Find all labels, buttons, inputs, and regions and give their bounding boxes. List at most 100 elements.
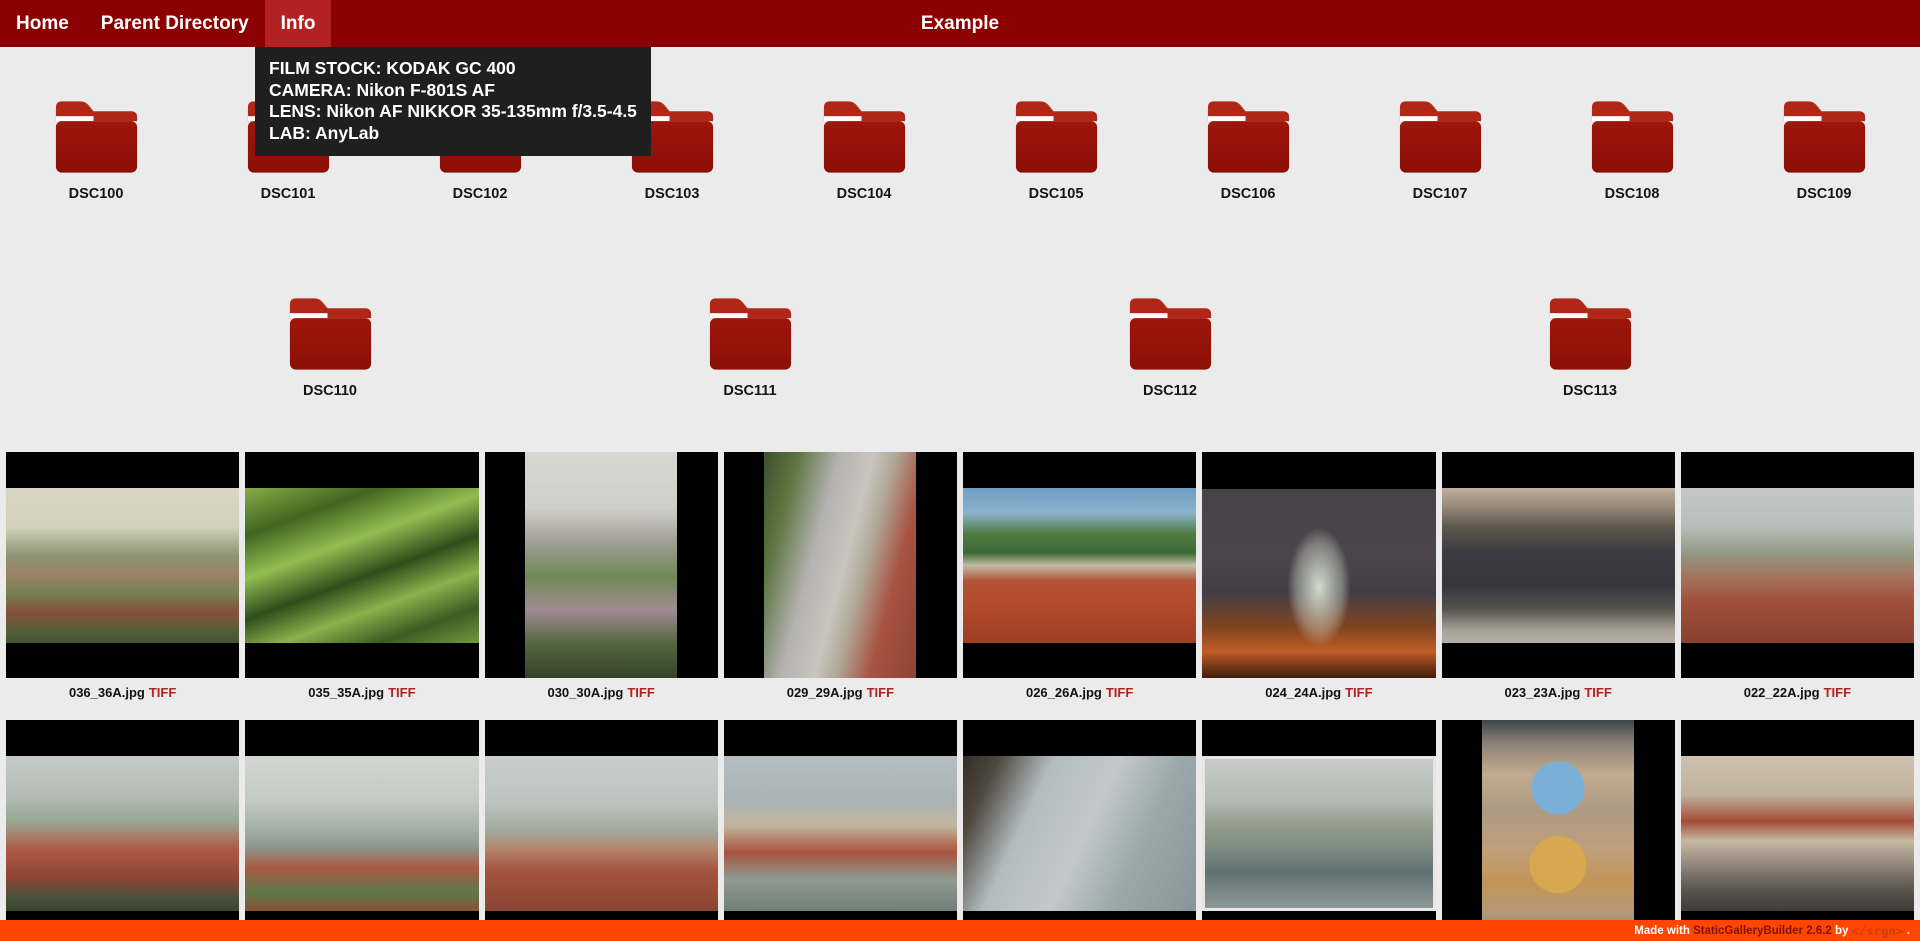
thumbnail-tiff-link[interactable]: TIFF — [1345, 685, 1372, 700]
thumbnail-image-link[interactable] — [724, 720, 957, 941]
thumbnail-caption: 036_36A.jpgTIFF — [6, 678, 239, 720]
photo-placeholder — [6, 756, 239, 911]
photo-placeholder — [963, 488, 1196, 643]
thumbnail-image-link[interactable] — [963, 720, 1196, 941]
thumbnail-tiff-link[interactable]: TIFF — [149, 685, 176, 700]
thumbnail-image-link[interactable] — [1202, 720, 1435, 941]
thumbnail-image-link[interactable] — [1442, 720, 1675, 941]
thumbnail-image-link[interactable] — [245, 452, 478, 678]
folder-item-dsc104[interactable]: DSC104 — [768, 95, 960, 202]
folder-item-dsc109[interactable]: DSC109 — [1728, 95, 1920, 202]
folder-row-2: DSC110 DSC111 — [120, 292, 1800, 399]
footer-srgn-logo-link[interactable]: </srgn> — [1852, 924, 1904, 938]
navbar: Home Parent Directory Info Example — [0, 0, 1920, 47]
thumbnail-image-link[interactable] — [6, 452, 239, 678]
folder-label: DSC100 — [69, 186, 124, 202]
thumbnail-image-link[interactable] — [1681, 452, 1914, 678]
photo-placeholder — [963, 756, 1196, 911]
footer-period: . — [1907, 925, 1910, 937]
thumbnail-tiff-link[interactable]: TIFF — [1824, 685, 1851, 700]
thumbnail-image-link[interactable] — [1202, 452, 1435, 678]
folder-item-dsc100[interactable]: DSC100 — [0, 95, 192, 202]
photo-placeholder — [724, 756, 957, 911]
thumbnail-item — [1681, 720, 1914, 941]
folder-item-dsc110[interactable]: DSC110 — [120, 292, 540, 399]
thumbnail-tiff-link[interactable]: TIFF — [867, 685, 894, 700]
folder-icon — [1392, 95, 1489, 173]
nav-item-parent-directory[interactable]: Parent Directory — [85, 0, 265, 47]
thumbnail-image-link[interactable] — [485, 452, 718, 678]
folder-item-dsc107[interactable]: DSC107 — [1344, 95, 1536, 202]
thumbnail-item: 036_36A.jpgTIFF — [6, 452, 239, 720]
folder-icon — [1776, 95, 1873, 173]
thumbnail-tiff-link[interactable]: TIFF — [1106, 685, 1133, 700]
thumbnail-filename: 029_29A.jpg — [787, 685, 863, 700]
photo-placeholder — [1482, 720, 1634, 941]
nav-item-example[interactable]: Example — [921, 0, 999, 47]
folder-item-dsc112[interactable]: DSC112 — [960, 292, 1380, 399]
thumbnail-item: 024_24A.jpgTIFF — [1202, 452, 1435, 720]
thumbnail-tiff-link[interactable]: TIFF — [1584, 685, 1611, 700]
folder-icon — [282, 292, 379, 370]
thumbnail-item: 030_30A.jpg TIFF — [485, 452, 718, 720]
folder-icon — [1008, 95, 1105, 173]
info-tooltip: FILM STOCK: KODAK GC 400 CAMERA: Nikon F… — [255, 47, 651, 156]
folder-icon — [1200, 95, 1297, 173]
photo-placeholder — [1681, 488, 1914, 643]
folder-item-dsc108[interactable]: DSC108 — [1536, 95, 1728, 202]
thumbnail-image-link[interactable] — [1442, 452, 1675, 678]
thumbnail-item — [724, 720, 957, 941]
thumbnail-image-link[interactable] — [963, 452, 1196, 678]
thumbnail-image-link[interactable] — [6, 720, 239, 941]
thumbnail-item — [1442, 720, 1675, 941]
folder-item-dsc111[interactable]: DSC111 — [540, 292, 960, 399]
photo-placeholder — [245, 488, 478, 643]
thumbnail-item: 026_26A.jpg TIFF — [963, 452, 1196, 720]
thumbnail-grid: 036_36A.jpgTIFF 035_35A.jpgTIFF 030_30A.… — [0, 452, 1920, 941]
photo-placeholder — [245, 756, 478, 911]
folder-item-dsc113[interactable]: DSC113 — [1380, 292, 1800, 399]
folder-label: DSC107 — [1413, 186, 1468, 202]
footer-made-with-text: Made with — [1634, 925, 1690, 937]
folder-icon — [48, 95, 145, 173]
folder-label: DSC103 — [645, 186, 700, 202]
nav-item-info[interactable]: Info — [265, 0, 332, 47]
folder-icon — [1584, 95, 1681, 173]
thumbnail-caption: 030_30A.jpg TIFF — [485, 678, 718, 720]
folder-label: DSC109 — [1797, 186, 1852, 202]
thumbnail-filename: 030_30A.jpg — [547, 685, 623, 700]
folder-icon — [816, 95, 913, 173]
thumbnail-filename: 023_23A.jpg — [1504, 685, 1580, 700]
thumbnail-image-link[interactable] — [724, 452, 957, 678]
folder-icon — [1122, 292, 1219, 370]
photo-placeholder — [485, 756, 718, 911]
folder-label: DSC104 — [837, 186, 892, 202]
photo-placeholder — [1202, 489, 1435, 678]
footer-by-text: by — [1835, 925, 1848, 937]
thumbnail-image-link[interactable] — [1681, 720, 1914, 941]
thumbnail-filename: 026_26A.jpg — [1026, 685, 1102, 700]
folder-label: DSC106 — [1221, 186, 1276, 202]
footer-builder-link[interactable]: StaticGalleryBuilder 2.6.2 — [1693, 925, 1832, 937]
folder-item-dsc105[interactable]: DSC105 — [960, 95, 1152, 202]
thumbnail-filename: 022_22A.jpg — [1744, 685, 1820, 700]
folder-item-dsc106[interactable]: DSC106 — [1152, 95, 1344, 202]
tooltip-line-camera: CAMERA: Nikon F-801S AF — [269, 80, 637, 102]
thumbnail-image-link[interactable] — [485, 720, 718, 941]
thumbnail-tiff-link[interactable]: TIFF — [388, 685, 415, 700]
folder-label: DSC105 — [1029, 186, 1084, 202]
folder-label: DSC113 — [1563, 383, 1617, 399]
thumbnail-caption: 022_22A.jpg TIFF — [1681, 678, 1914, 720]
photo-placeholder — [1681, 756, 1914, 911]
nav-item-home[interactable]: Home — [0, 0, 85, 47]
folder-label: DSC102 — [453, 186, 508, 202]
thumbnail-item: 023_23A.jpg TIFF — [1442, 452, 1675, 720]
folder-label: DSC101 — [261, 186, 316, 202]
tooltip-line-film-stock: FILM STOCK: KODAK GC 400 — [269, 58, 637, 80]
thumbnail-tiff-link[interactable]: TIFF — [627, 685, 654, 700]
thumbnail-image-link[interactable] — [245, 720, 478, 941]
folder-label: DSC112 — [1143, 383, 1197, 399]
thumbnail-item — [245, 720, 478, 941]
thumbnail-caption: 026_26A.jpg TIFF — [963, 678, 1196, 720]
photo-placeholder — [764, 452, 916, 678]
